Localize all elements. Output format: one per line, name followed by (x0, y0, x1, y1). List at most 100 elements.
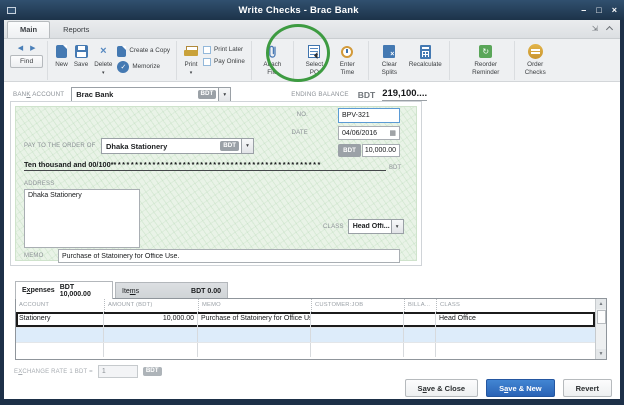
cell-class[interactable]: Head Office (436, 312, 595, 327)
pay-online-label: Pay Online (214, 59, 245, 65)
calc-group: × Clear Splits Recalculate (369, 41, 450, 80)
column-header[interactable]: MEMO (198, 299, 311, 312)
memo-input[interactable] (58, 249, 400, 263)
memo-label: MEMO (24, 253, 43, 259)
memorize-label: Memorize (132, 64, 160, 70)
save-button[interactable]: Save (71, 42, 91, 71)
clear-splits-button[interactable]: × Clear Splits (373, 42, 406, 78)
ending-balance-value: 219,100.... (382, 88, 427, 101)
items-label: Items (122, 288, 139, 295)
date-value: 04/06/2016 (342, 130, 377, 137)
payee-label: PAY TO THE ORDER OF (24, 143, 95, 149)
attach-group: Attach File (252, 41, 294, 80)
table-row-empty[interactable] (16, 343, 595, 357)
save-label: Save (74, 61, 88, 69)
chevron-down-icon[interactable]: ▾ (391, 220, 403, 233)
cell-account[interactable]: Stationery (16, 312, 104, 327)
currency-chip: BDT (143, 367, 162, 376)
cell-customer-job[interactable] (311, 312, 404, 327)
create-copy-button[interactable]: Create a Copy (117, 46, 170, 57)
attach-file-button[interactable]: Attach File (256, 42, 289, 78)
scroll-down-icon[interactable]: ▼ (596, 349, 606, 359)
exchange-rate-input[interactable] (98, 365, 138, 378)
expenses-label: Expenses (22, 287, 55, 294)
calendar-icon[interactable]: ▦ (389, 129, 396, 137)
enter-time-button[interactable]: Enter Time (331, 42, 364, 78)
cell-amount[interactable]: 10,000.00 (104, 312, 198, 327)
new-document-icon (56, 45, 67, 58)
app-icon (7, 7, 16, 14)
detail-tabs: Expenses BDT 10,000.00 Items BDT 0.00 (15, 281, 228, 299)
tab-items[interactable]: Items BDT 0.00 (115, 282, 228, 299)
table-row-empty[interactable] (16, 328, 595, 343)
print-later-checkbox[interactable]: Print Later (203, 46, 245, 54)
order-checks-button[interactable]: Order Checks (519, 42, 552, 78)
scroll-up-icon[interactable]: ▲ (596, 299, 606, 309)
select-po-button[interactable]: Select PO (298, 42, 331, 78)
table-scrollbar[interactable]: ▲ ▼ (595, 299, 606, 359)
class-row: CLASS Head Offi... ▾ (323, 219, 404, 234)
check-no-input[interactable] (338, 108, 400, 123)
amount-value: 10,000.00 (365, 147, 396, 154)
chevron-down-icon[interactable]: ▾ (218, 88, 230, 102)
amount-words-stars: ****************************************… (113, 160, 321, 169)
back-icon[interactable]: ◀ (18, 45, 23, 52)
tab-reports[interactable]: Reports (50, 21, 102, 38)
attach-file-label: Attach File (259, 61, 286, 76)
order-checks-label: Order Checks (522, 61, 549, 76)
address-label: ADDRESS (24, 181, 54, 187)
payee-select[interactable]: Dhaka Stationery BDT ▾ (101, 138, 254, 154)
dock-window-icon[interactable]: ⇲ (592, 24, 598, 33)
scrollbar-thumb[interactable] (597, 310, 606, 324)
save-close-button[interactable]: Save & Close (405, 379, 479, 397)
column-header[interactable]: AMOUNT (BDT) (104, 299, 198, 312)
column-header[interactable]: CUSTOMER:JOB (311, 299, 404, 312)
select-po-icon (308, 45, 320, 58)
pay-online-checkbox[interactable]: Pay Online (203, 58, 245, 66)
column-header[interactable]: ACCOUNT (16, 299, 104, 312)
print-label: Print (185, 61, 198, 69)
maximize-button[interactable]: □ (596, 6, 601, 15)
amount-input[interactable]: 10,000.00 (362, 144, 400, 157)
save-new-button[interactable]: Save & New (486, 379, 555, 397)
forward-icon[interactable]: ▶ (30, 45, 35, 52)
date-input[interactable]: 04/06/2016 ▦ (338, 126, 400, 140)
class-value: Head Offi... (349, 223, 391, 230)
save-icon (75, 45, 88, 58)
recalculate-label: Recalculate (409, 61, 442, 69)
window-body: Main Reports ⇲ ◀ ▶ Find (0, 20, 624, 405)
find-button[interactable]: ◀ ▶ Find (10, 42, 43, 68)
close-button[interactable]: × (612, 6, 617, 15)
title-bar: Write Checks - Brac Bank – □ × (0, 0, 624, 20)
checkbox-icon[interactable] (203, 58, 211, 66)
new-label: New (55, 61, 68, 69)
memorize-icon: ✓ (117, 61, 129, 73)
tab-expenses[interactable]: Expenses BDT 10,000.00 (15, 281, 113, 299)
cell-memo[interactable]: Purchase of Statoinery for Office Use. (198, 312, 311, 327)
class-select[interactable]: Head Offi... ▾ (348, 219, 404, 234)
memorize-button[interactable]: ✓ Memorize (117, 61, 170, 73)
ending-balance-currency: BDT (358, 90, 375, 100)
print-icon (184, 46, 198, 57)
column-header[interactable]: CLASS (436, 299, 595, 312)
cell-billable[interactable] (404, 312, 436, 327)
address-box[interactable]: Dhaka Stationery (24, 189, 140, 248)
checkbox-icon[interactable] (203, 46, 211, 54)
table-row[interactable]: Stationery 10,000.00 Purchase of Statoin… (16, 312, 595, 328)
chevron-down-icon: ▾ (102, 71, 105, 76)
class-label: CLASS (323, 224, 344, 230)
tab-main[interactable]: Main (7, 21, 50, 38)
minimize-button[interactable]: – (581, 6, 586, 15)
clear-splits-label: Clear Splits (376, 61, 403, 76)
column-header[interactable]: BILLA... (404, 299, 436, 312)
chevron-down-icon[interactable]: ▾ (241, 139, 253, 153)
create-copy-label: Create a Copy (129, 48, 170, 54)
find-label[interactable]: Find (10, 55, 43, 68)
collapse-ribbon-icon[interactable] (606, 26, 613, 33)
new-button[interactable]: New (52, 42, 71, 71)
print-button[interactable]: Print ▾ (181, 42, 201, 78)
recalculate-button[interactable]: Recalculate (406, 42, 445, 71)
delete-button[interactable]: × Delete ▾ (91, 42, 115, 78)
revert-button[interactable]: Revert (563, 379, 612, 397)
reorder-reminder-button[interactable]: ↻ Reorder Reminder (462, 42, 510, 78)
